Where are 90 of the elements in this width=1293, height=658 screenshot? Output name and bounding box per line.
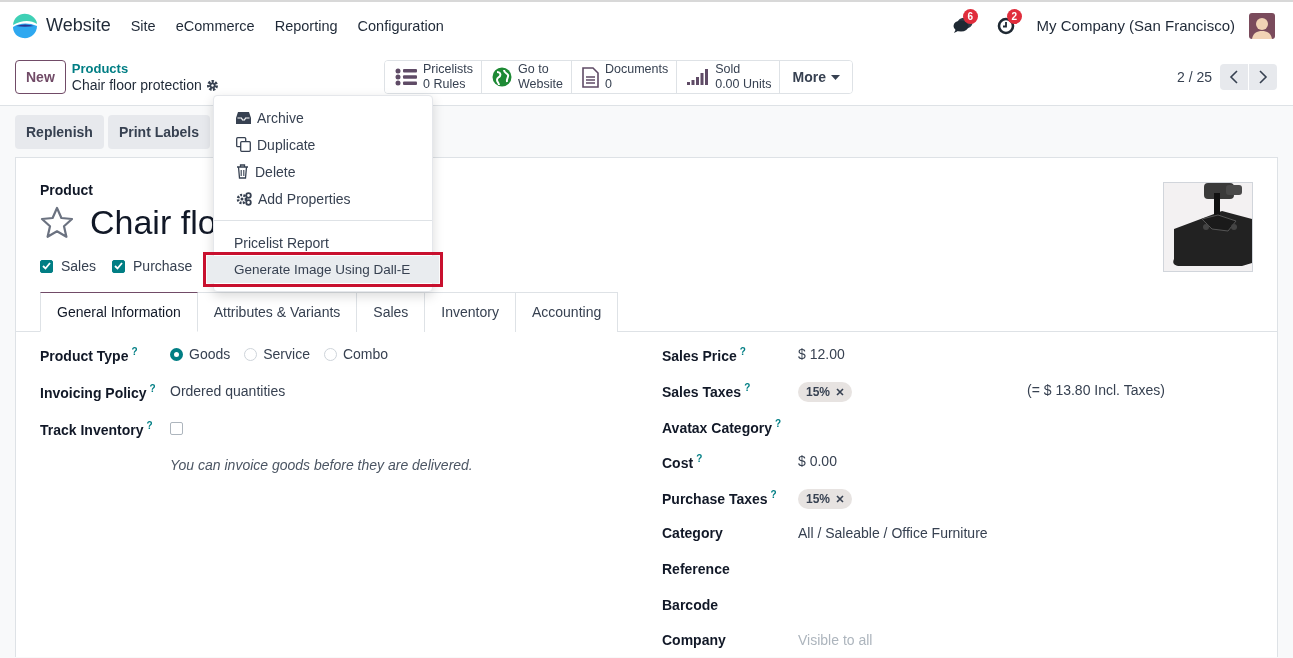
company-switcher[interactable]: My Company (San Francisco) — [1036, 17, 1235, 34]
menu-item[interactable]: Configuration — [347, 11, 454, 40]
field-label: Barcode — [662, 596, 720, 613]
stat-value: 0.00 Units — [715, 77, 772, 92]
logo-icon — [12, 12, 38, 39]
field-value: Ordered quantities — [170, 383, 287, 399]
radio-label: Service — [263, 346, 310, 362]
stat-button[interactable]: Pricelists 0 Rules — [385, 61, 482, 93]
menu-item[interactable]: Duplicate — [214, 131, 432, 158]
field-label: Category — [662, 525, 724, 541]
checkbox[interactable] — [112, 259, 126, 273]
document-icon — [581, 66, 599, 88]
avatar-icon[interactable] — [1249, 12, 1275, 39]
field-value: $ 12.00 — [798, 346, 846, 362]
notification-badge: 2 — [1006, 8, 1023, 24]
help-tooltip[interactable]: ? — [744, 381, 751, 393]
checkbox[interactable] — [40, 259, 53, 273]
menu-item[interactable]: eCommerce — [165, 11, 265, 40]
radio-label: Goods — [189, 346, 231, 362]
field-label: Invoicing Policy $^{?}$ — [40, 383, 157, 401]
field-label: Reference — [662, 560, 731, 577]
checkbox[interactable] — [170, 422, 183, 435]
copy-icon — [236, 137, 251, 152]
checkbox-label: Purchase — [133, 258, 193, 274]
field-label: Product Type $^{?}$ — [40, 346, 139, 364]
chevron-right-icon — [1258, 70, 1268, 84]
tab[interactable]: General Information — [40, 292, 198, 332]
menu-item[interactable]: Add Properties — [214, 185, 432, 212]
menu-item[interactable]: Archive — [214, 104, 432, 131]
next-button[interactable] — [1249, 64, 1277, 90]
stat-value: 0 Rules — [423, 77, 467, 92]
help-tooltip[interactable]: ? — [775, 417, 782, 429]
notification-badge: 6 — [962, 9, 979, 24]
new-button[interactable]: New — [15, 60, 66, 94]
stat-title: Pricelists — [423, 62, 473, 77]
check-icon — [114, 262, 124, 270]
tab[interactable]: Attributes & Variants — [197, 292, 358, 332]
check-icon — [42, 262, 51, 270]
list-icon — [395, 68, 417, 86]
field-label: Company — [662, 632, 727, 649]
checkbox-label: Sales — [61, 258, 97, 274]
star-icon[interactable] — [40, 206, 74, 238]
menu-item[interactable]: Delete — [214, 158, 432, 185]
tax-tag: 15% — [798, 489, 853, 510]
field-label: Purchase Taxes $^{?}$ — [662, 489, 778, 507]
caret-icon — [830, 74, 840, 80]
help-tooltip[interactable]: ? — [739, 346, 746, 357]
menu-item[interactable]: Site — [120, 11, 166, 40]
inbox-icon — [236, 111, 251, 124]
field-label: Sales Price $^{?}$ — [662, 346, 747, 364]
tax-total: (= $ 13.80 Incl. Taxes) — [1027, 381, 1166, 398]
help-note: You can invoice goods before they are delivered. — [170, 457, 474, 473]
tax-tag: 15% — [798, 381, 853, 402]
field-label: Cost $^{?}$ — [662, 453, 704, 472]
radio-button[interactable] — [170, 347, 183, 361]
input-field[interactable]: Visible to all — [798, 632, 998, 649]
field-value: All / Saleable / Office Furniture — [798, 525, 989, 541]
help-tooltip[interactable]: ? — [696, 453, 703, 465]
chevron-left-icon — [1229, 70, 1239, 84]
help-tooltip[interactable]: ? — [770, 489, 777, 501]
tab[interactable]: Inventory — [425, 292, 516, 332]
breadcrumb-link[interactable]: Products — [71, 61, 219, 76]
close-icon[interactable] — [836, 387, 845, 396]
field-label: Sales Taxes $^{?}$ — [662, 381, 752, 400]
help-tooltip[interactable]: ? — [149, 383, 156, 394]
field-value: $ 0.00 — [798, 453, 838, 470]
stat-value: Website — [518, 77, 563, 92]
pager-counter: 2 / 25 — [1176, 69, 1212, 85]
previous-button[interactable] — [1220, 64, 1248, 90]
menu-item[interactable]: Pricelist Report — [214, 229, 432, 256]
menu-item[interactable]: Reporting — [264, 11, 348, 40]
close-icon[interactable] — [836, 495, 845, 504]
stat-title: Sold — [715, 62, 742, 77]
tab[interactable]: Sales — [357, 292, 426, 332]
bar-chart-icon — [687, 68, 710, 86]
app-name[interactable]: Website — [46, 15, 111, 36]
record-name: Chair floor protection — [71, 77, 202, 93]
field-label: Track Inventory $^{?}$ — [40, 420, 154, 438]
tab[interactable]: Accounting — [515, 292, 619, 332]
help-tooltip[interactable]: ? — [131, 346, 138, 357]
field-label: Product — [40, 182, 94, 198]
radio-label: Combo — [342, 346, 389, 362]
field-label: Avatax Category $^{?}$ — [662, 417, 783, 436]
action-button[interactable]: Print Labels — [107, 115, 211, 149]
trash-icon — [236, 164, 249, 179]
stat-title: Documents — [604, 62, 669, 77]
stat-value: 0 — [604, 77, 613, 92]
help-tooltip[interactable]: ? — [146, 420, 153, 431]
stat-title: Go to — [518, 62, 550, 77]
action-button[interactable]: Replenish — [15, 115, 104, 149]
